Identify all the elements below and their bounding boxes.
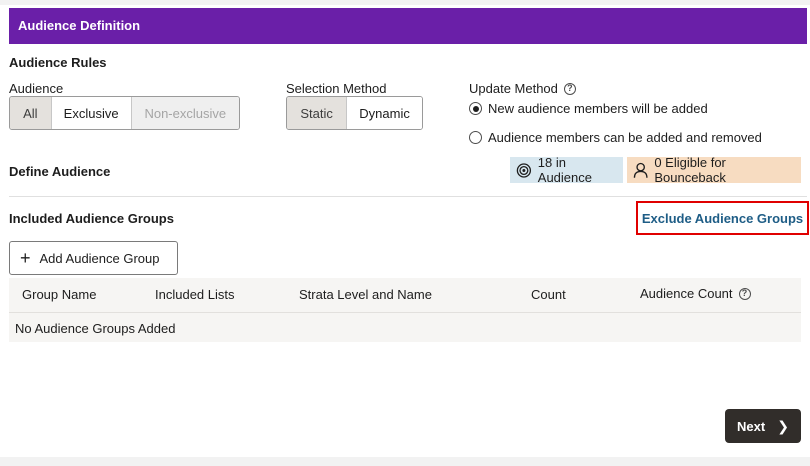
eligible-bounceback-badge: 0 Eligible for Bounceback [627, 155, 801, 185]
target-icon [516, 162, 532, 178]
table-row: No Audience Groups Added [9, 312, 801, 342]
column-header-audience-count-row[interactable]: Audience Count ? [640, 286, 751, 301]
audience-groups-table: Group Name Included Lists Strata Level a… [9, 278, 801, 342]
header-bar: Audience Definition [9, 8, 807, 44]
selection-option-static[interactable]: Static [287, 97, 347, 129]
eligible-bounceback-text: 0 Eligible for Bounceback [654, 155, 726, 185]
person-icon [633, 162, 648, 178]
column-header-audience-count: Audience Count [640, 286, 733, 301]
define-audience-title: Define Audience [9, 164, 111, 179]
add-audience-group-label: Add Audience Group [39, 250, 160, 266]
next-button[interactable]: Next ❯ [725, 409, 801, 443]
column-header-group-name[interactable]: Group Name [22, 287, 96, 302]
audience-label: Audience [9, 81, 64, 96]
audience-rules-title: Audience Rules [9, 55, 107, 70]
radio-checked-icon[interactable] [469, 102, 482, 115]
update-method-label: Update Method [469, 81, 558, 96]
audience-segmented-control: All Exclusive Non-exclusive [9, 96, 240, 130]
included-groups-title: Included Audience Groups [9, 211, 174, 226]
bottom-border [0, 457, 810, 466]
audience-option-non-exclusive[interactable]: Non-exclusive [130, 97, 239, 129]
audience-option-all[interactable]: All [10, 97, 51, 129]
update-method-label-row: Update Method ? [469, 81, 576, 96]
column-header-strata-level[interactable]: Strata Level and Name [299, 287, 432, 302]
radio-unchecked-icon[interactable] [469, 131, 482, 144]
next-label: Next [737, 418, 766, 434]
header-title: Audience Definition [18, 18, 141, 33]
column-header-included-lists[interactable]: Included Lists [155, 287, 235, 302]
column-header-count[interactable]: Count [531, 287, 566, 302]
table-header: Group Name Included Lists Strata Level a… [9, 278, 801, 312]
exclude-audience-groups-link[interactable]: Exclude Audience Groups [636, 201, 809, 235]
update-radio-add-label: New audience members will be added [488, 101, 708, 116]
help-icon[interactable]: ? [738, 287, 751, 300]
update-radio-add-remove-label: Audience members can be added and remove… [488, 130, 762, 145]
empty-table-message: No Audience Groups Added [15, 321, 176, 336]
in-audience-text: 18 in Audience [537, 155, 592, 185]
update-radio-add-remove[interactable]: Audience members can be added and remove… [469, 130, 762, 145]
top-border [0, 0, 810, 5]
selection-method-segmented-control: Static Dynamic [286, 96, 423, 130]
in-audience-badge: 18 in Audience [510, 155, 623, 185]
plus-icon: + [20, 248, 31, 268]
audience-option-exclusive[interactable]: Exclusive [50, 97, 131, 129]
selection-option-dynamic[interactable]: Dynamic [346, 97, 422, 129]
help-icon[interactable]: ? [563, 82, 576, 95]
selection-method-label: Selection Method [286, 81, 387, 96]
add-audience-group-button[interactable]: + Add Audience Group [9, 241, 178, 275]
section-divider [9, 196, 807, 197]
update-radio-add[interactable]: New audience members will be added [469, 101, 708, 116]
chevron-right-icon: ❯ [777, 417, 789, 434]
